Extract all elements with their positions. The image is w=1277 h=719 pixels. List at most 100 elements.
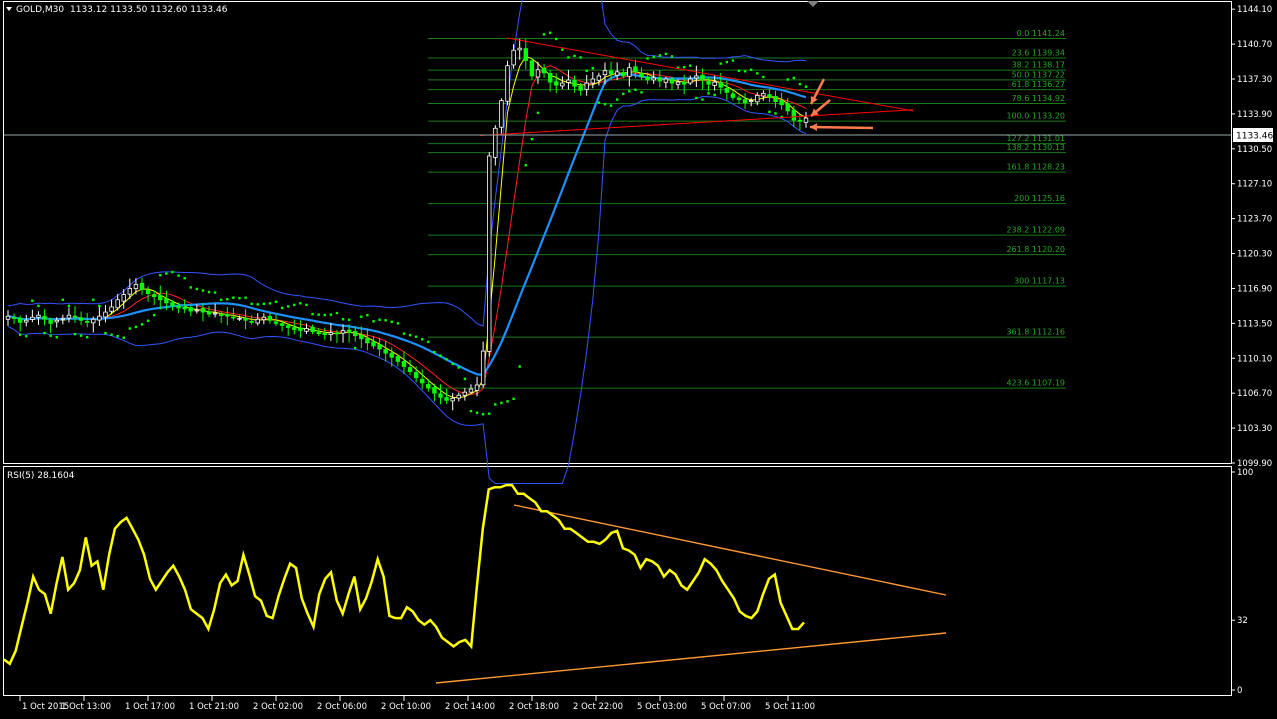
fib-level-label: 423.6 1107.19 (1006, 379, 1065, 388)
sar-dot (414, 335, 418, 338)
fib-level-label: 61.8 1136.27 (1012, 80, 1065, 89)
candle-body (225, 314, 230, 317)
candle-body (724, 87, 730, 93)
candle-body (48, 319, 53, 324)
candle-body (84, 320, 90, 323)
sar-dot (207, 290, 211, 294)
fib-level-label: 161.8 1128.23 (1006, 163, 1065, 172)
fib-level-label: 38.2 1138.17 (1012, 61, 1065, 70)
sar-dot (591, 67, 594, 70)
candle-body (145, 289, 151, 294)
candle-body (109, 306, 114, 312)
candle-body (462, 391, 468, 396)
sar-dot (146, 319, 150, 322)
candle-body (742, 99, 748, 104)
candle-body (60, 317, 66, 320)
candle-body (773, 96, 778, 102)
sar-dot (585, 69, 588, 72)
price-lower-trendline[interactable] (479, 109, 914, 136)
sar-dot (73, 332, 77, 336)
sar-dot (110, 333, 113, 336)
candle-body (170, 302, 175, 307)
candle-body (584, 82, 589, 90)
sar-dot (743, 70, 747, 73)
arrow-annotation-3-head (810, 123, 818, 131)
sar-dot (250, 302, 253, 306)
candle-body (803, 117, 809, 123)
sar-dot (256, 303, 259, 306)
chevron-down-icon[interactable] (6, 7, 12, 11)
candle-body (42, 315, 47, 320)
rsi-line (3, 483, 805, 666)
candle-body (785, 103, 790, 112)
sar-dot (622, 92, 625, 96)
price-tick-label: 1140.70 (1237, 40, 1272, 50)
time-tick-label: 2 Oct 14:00 (445, 702, 495, 712)
moving-averages (7, 55, 807, 399)
sar-dot (768, 110, 771, 114)
annotation-arrows[interactable] (809, 78, 874, 131)
sar-dot (341, 318, 345, 321)
candle-body (468, 388, 474, 393)
candle-body (97, 315, 102, 321)
sar-dot (652, 55, 655, 59)
sar-dot (347, 318, 351, 321)
sar-dot (445, 358, 448, 361)
candle-body (596, 75, 602, 81)
sar-dot (798, 82, 802, 86)
chart-shift-marker-icon[interactable] (807, 1, 819, 7)
candle-body (505, 65, 510, 102)
candle-body (139, 282, 145, 290)
bollinger-upper-line (7, 0, 807, 327)
mt4-chart-window[interactable]: GOLD,M30 1133.12 1133.50 1132.60 1133.46… (0, 0, 1277, 719)
candle-body (602, 70, 608, 76)
sar-dot (128, 327, 132, 330)
candle-body (633, 66, 638, 73)
sar-dot (561, 48, 564, 51)
sar-dot (311, 312, 314, 316)
candle-body (663, 78, 669, 83)
time-axis: 1 Oct 20151 Oct 13:00 1 Oct 17:00 1 Oct 21… (19, 696, 815, 712)
price-tick-label: 1133.90 (1237, 110, 1272, 120)
price-tick-label: 1116.90 (1237, 284, 1272, 294)
arrow-annotation-3[interactable] (809, 125, 874, 130)
candle-body (730, 93, 736, 98)
candle-body (231, 316, 236, 319)
rsi-trendlines[interactable] (435, 504, 947, 684)
candle-body (377, 344, 382, 350)
candle-body (298, 327, 303, 331)
sar-dot (628, 90, 631, 93)
candle-body (456, 394, 461, 399)
rsi-tick-label: 0 (1237, 686, 1242, 696)
sar-dot (305, 303, 308, 307)
sar-dot (475, 411, 479, 414)
candle-body (346, 329, 352, 334)
sar-dot (555, 37, 558, 41)
candle-body (791, 109, 797, 121)
candle-body (219, 314, 224, 316)
sar-dot (603, 102, 607, 106)
sar-dot (226, 298, 229, 301)
fib-level-label: 0.0 1141.24 (1017, 29, 1065, 38)
fib-level-label: 100.0 1133.20 (1006, 112, 1065, 121)
candle-body (371, 341, 376, 347)
rsi-upper-trendline[interactable] (513, 504, 947, 596)
sar-dot (244, 296, 247, 299)
candle-body (480, 350, 486, 386)
sar-dot (408, 333, 412, 337)
price-upper-trendline[interactable] (506, 37, 914, 112)
candle-body (797, 119, 803, 122)
candle-body (30, 316, 35, 320)
candle-body (286, 325, 291, 328)
sar-dot (122, 336, 125, 339)
candle-body (651, 77, 656, 81)
candle-body (493, 127, 498, 158)
price-tick-label: 1113.50 (1237, 319, 1272, 329)
price-axis: 1144.10 1140.70 1137.30 1133.90 1130.50 1127.… (1231, 5, 1272, 469)
rsi-lower-trendline[interactable] (435, 632, 947, 684)
sar-dot (439, 354, 442, 357)
sar-dot (402, 332, 406, 335)
sar-dot (293, 303, 296, 307)
rsi-axis: 100 32 0 (1231, 468, 1253, 696)
sar-dot (536, 111, 540, 115)
